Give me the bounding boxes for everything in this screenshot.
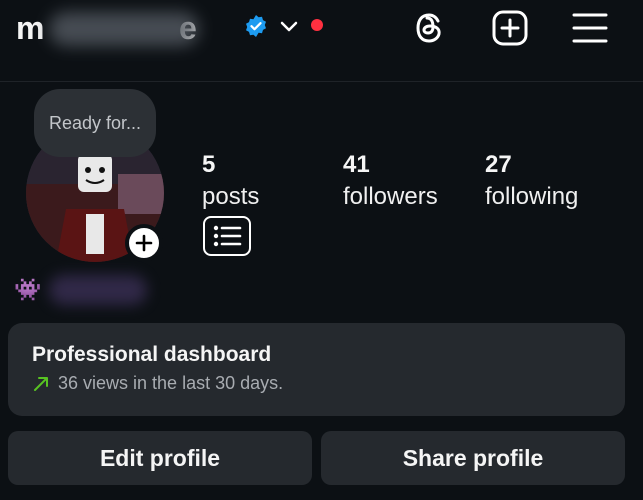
edit-profile-button[interactable]: Edit profile xyxy=(8,431,312,485)
story-note-bubble[interactable]: Ready for... xyxy=(34,89,156,157)
stat-posts[interactable]: 5 posts xyxy=(202,151,259,215)
dashboard-title: Professional dashboard xyxy=(32,343,272,366)
professional-dashboard-card[interactable]: Professional dashboard 36 views in the l… xyxy=(8,323,625,416)
stat-following-value: 27 xyxy=(485,151,512,178)
verified-badge-icon xyxy=(246,15,266,37)
share-profile-label: Share profile xyxy=(402,444,544,471)
dashboard-subtitle-row: 36 views in the last 30 days. xyxy=(32,373,601,394)
plus-icon xyxy=(135,234,153,252)
edit-profile-label: Edit profile xyxy=(99,444,221,471)
username-redacted xyxy=(48,11,199,46)
profile-name-row: 👾 xyxy=(14,272,148,308)
stat-followers-label: followers xyxy=(343,183,438,210)
stat-posts-value: 5 xyxy=(202,151,216,178)
dashboard-subtitle: 36 views in the last 30 days. xyxy=(58,373,284,393)
list-icon xyxy=(213,225,242,247)
stat-followers[interactable]: 41 followers xyxy=(343,151,438,215)
threads-icon[interactable] xyxy=(410,8,450,48)
trend-up-icon xyxy=(34,376,48,391)
notification-dot xyxy=(311,19,323,31)
alien-emoji-icon: 👾 xyxy=(14,277,42,302)
stat-following[interactable]: 27 following xyxy=(485,151,578,215)
story-note-text: Ready for... xyxy=(48,112,142,133)
stat-posts-label: posts xyxy=(202,183,260,210)
stat-followers-value: 41 xyxy=(343,151,370,178)
username-initial: m xyxy=(16,10,45,46)
username[interactable]: m e xyxy=(16,10,199,47)
share-profile-button[interactable]: Share profile xyxy=(321,431,625,485)
menu-icon[interactable] xyxy=(570,8,610,48)
profile-header: m e xyxy=(0,0,643,82)
chevron-down-icon[interactable] xyxy=(278,17,300,37)
view-list-button[interactable] xyxy=(203,216,251,256)
create-icon[interactable] xyxy=(490,8,530,48)
add-story-button[interactable] xyxy=(125,224,163,262)
profile-name-redacted xyxy=(49,275,148,305)
stat-following-label: following xyxy=(485,183,579,210)
